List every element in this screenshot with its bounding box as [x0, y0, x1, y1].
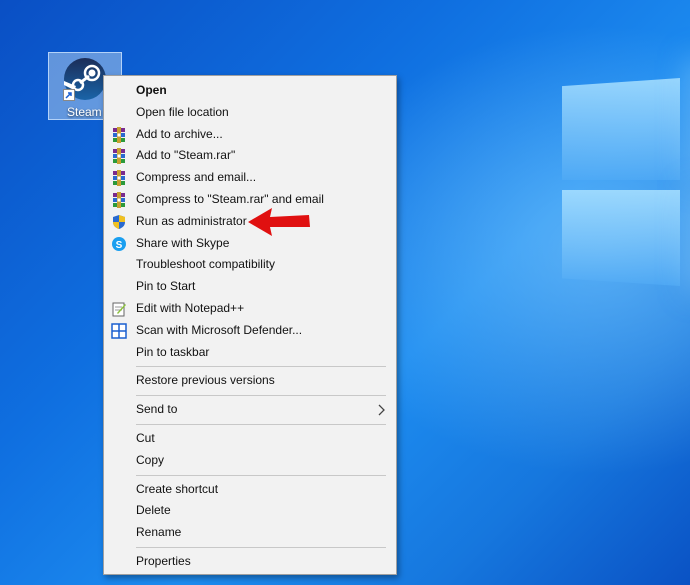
menu-item-scan-with-microsoft-defender[interactable]: Scan with Microsoft Defender... [104, 320, 396, 342]
uac-shield-icon [111, 214, 127, 230]
menu-item-label: Cut [136, 430, 155, 445]
menu-item-properties[interactable]: Properties [104, 551, 396, 573]
menu-item-open[interactable]: Open [104, 80, 396, 102]
menu-item-label: Pin to Start [136, 279, 196, 294]
menu-item-label: Add to "Steam.rar" [136, 148, 236, 163]
menu-item-pin-to-start[interactable]: Pin to Start [104, 276, 396, 298]
menu-item-label: Troubleshoot compatibility [136, 257, 275, 272]
context-menu: Open Open file location Add to archive... A… [103, 75, 397, 575]
menu-item-open-file-location[interactable]: Open file location [104, 102, 396, 124]
red-arrow-icon [248, 208, 310, 236]
menu-item-label: Open file location [136, 104, 229, 119]
menu-item-troubleshoot-compatibility[interactable]: Troubleshoot compatibility [104, 254, 396, 276]
menu-item-label: Create shortcut [136, 481, 219, 496]
windows-logo-pane [562, 190, 680, 286]
menu-separator [136, 366, 386, 368]
menu-item-restore-previous-versions[interactable]: Restore previous versions [104, 370, 396, 392]
menu-item-label: Add to archive... [136, 126, 223, 141]
windows-logo-pane [562, 78, 680, 180]
menu-item-label: Copy [136, 452, 165, 467]
menu-item-label: Rename [136, 525, 182, 540]
menu-separator [136, 546, 386, 548]
winrar-icon [111, 126, 127, 143]
skype-icon: S [111, 236, 127, 252]
menu-item-label: Compress to "Steam.rar" and email [136, 191, 324, 206]
menu-item-edit-with-notepad[interactable]: Edit with Notepad++ [104, 298, 396, 320]
menu-item-label: Run as administrator [136, 213, 247, 228]
menu-item-label: Pin to taskbar [136, 344, 210, 359]
menu-item-cut[interactable]: Cut [104, 428, 396, 450]
menu-item-add-to-steam-rar[interactable]: Add to "Steam.rar" [104, 145, 396, 167]
menu-item-label: Scan with Microsoft Defender... [136, 322, 303, 337]
menu-item-rename[interactable]: Rename [104, 522, 396, 544]
menu-item-send-to[interactable]: Send to [104, 399, 396, 421]
menu-item-pin-to-taskbar[interactable]: Pin to taskbar [104, 342, 396, 364]
menu-item-label: Open [136, 83, 167, 97]
menu-separator [136, 474, 386, 476]
menu-separator [136, 423, 386, 425]
menu-item-label: Compress and email... [136, 170, 257, 185]
menu-item-label: Share with Skype [136, 235, 230, 250]
defender-icon [111, 323, 127, 339]
menu-item-label: Send to [136, 402, 178, 417]
menu-item-label: Edit with Notepad++ [136, 300, 245, 315]
desktop-icon-label: Steam [67, 105, 102, 119]
chevron-right-icon [378, 399, 386, 421]
winrar-icon [111, 170, 127, 187]
svg-text:S: S [116, 240, 123, 251]
menu-item-compress-and-email[interactable]: Compress and email... [104, 167, 396, 189]
menu-item-delete[interactable]: Delete [104, 500, 396, 522]
menu-item-create-shortcut[interactable]: Create shortcut [104, 479, 396, 501]
desktop: Steam Open Open file location Add to archi… [0, 0, 690, 585]
menu-item-label: Properties [136, 553, 191, 568]
menu-item-label: Delete [136, 503, 171, 518]
menu-item-add-to-archive[interactable]: Add to archive... [104, 124, 396, 146]
winrar-icon [111, 191, 127, 208]
menu-separator [136, 395, 386, 397]
winrar-icon [111, 148, 127, 165]
menu-item-copy[interactable]: Copy [104, 450, 396, 472]
notepad-plus-plus-icon [111, 301, 127, 317]
shortcut-arrow-icon [63, 89, 75, 101]
menu-item-label: Restore previous versions [136, 373, 275, 388]
